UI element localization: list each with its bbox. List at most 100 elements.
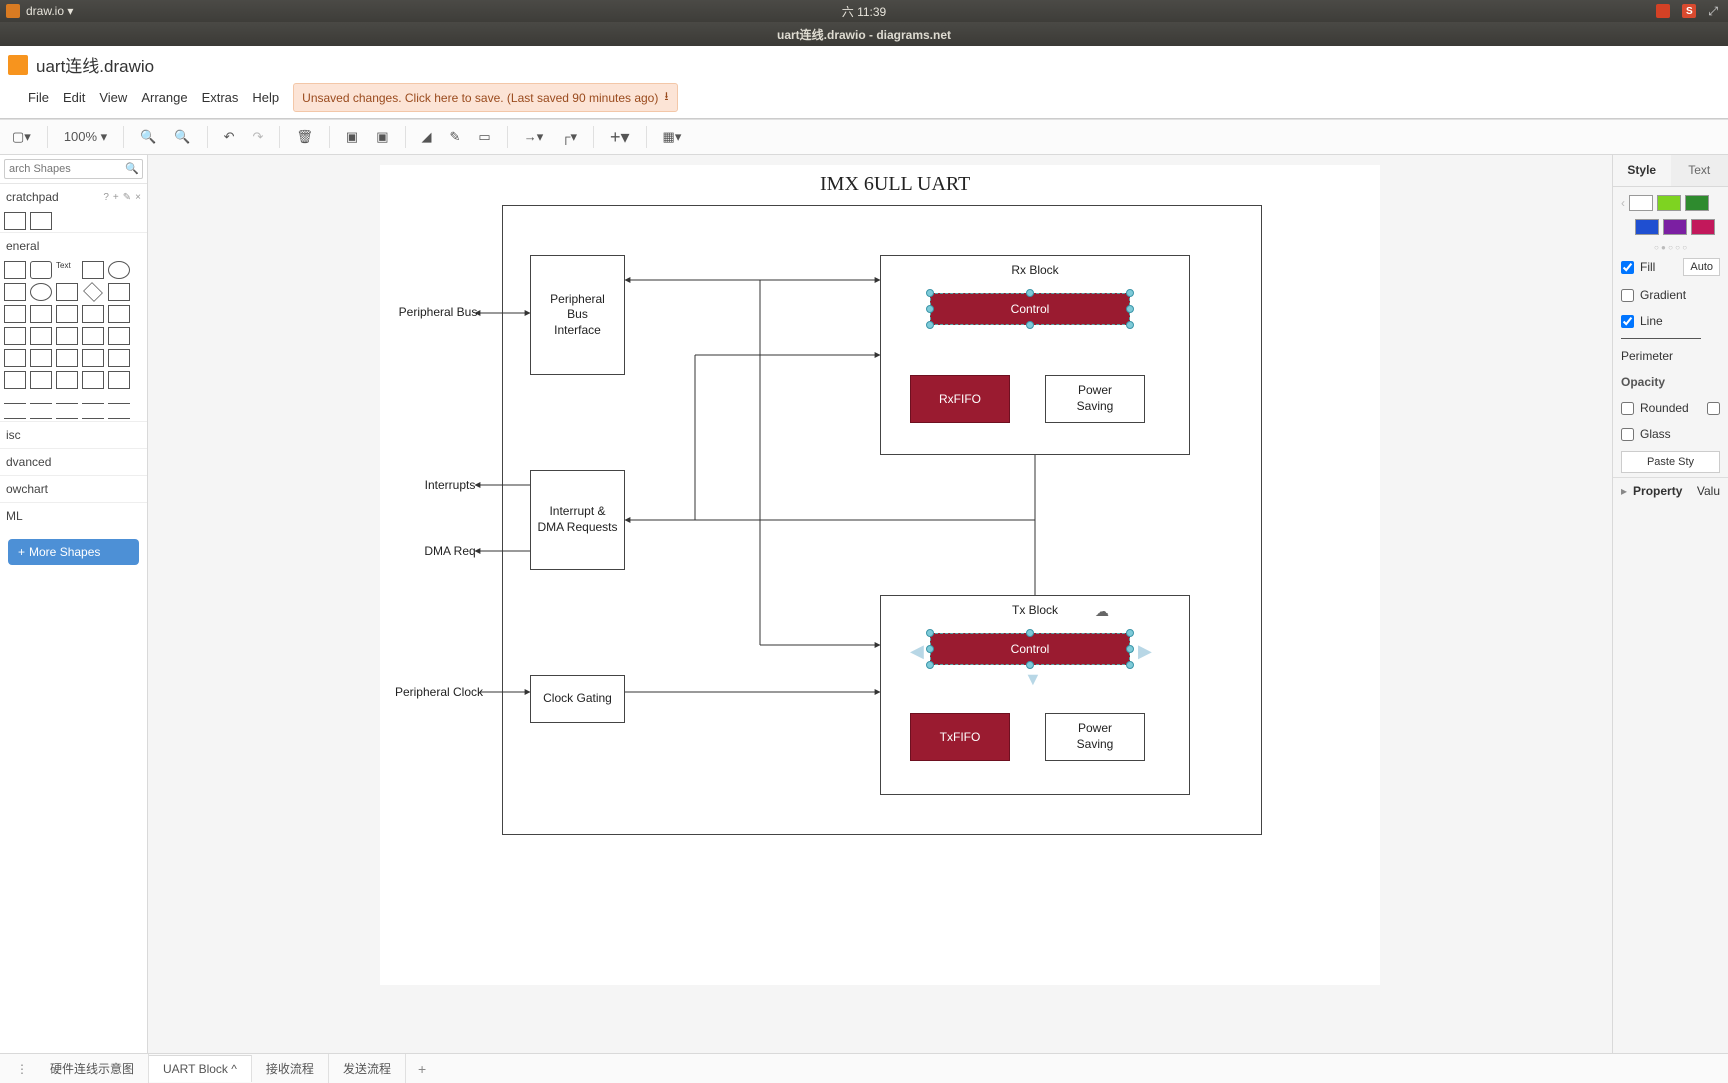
to-front-button[interactable]: ▣: [340, 125, 364, 149]
paste-style-button[interactable]: Paste Sty: [1621, 451, 1720, 473]
tabs-menu-icon[interactable]: ⋮: [8, 1058, 36, 1080]
add-page-button[interactable]: +: [406, 1055, 438, 1083]
scratchpad-add-icon[interactable]: +: [113, 192, 119, 203]
menu-file[interactable]: File: [28, 90, 49, 105]
opacity-label: Opacity: [1613, 369, 1728, 395]
redo-button[interactable]: ↷: [246, 125, 269, 149]
clone-arrow-left-icon[interactable]: ◀: [910, 641, 924, 662]
label-peripheral-bus: Peripheral Bus: [398, 305, 478, 319]
menu-arrange[interactable]: Arrange: [141, 90, 187, 105]
scratchpad-label: cratchpad: [6, 190, 59, 204]
rounded-label: Rounded: [1640, 401, 1689, 415]
tx-title: Tx Block: [880, 603, 1190, 617]
fill-color-button[interactable]: ◢: [416, 125, 438, 149]
os-topbar: draw.io ▾ 六 11:39 S ⤢: [0, 0, 1728, 22]
delete-button[interactable]: 🗑: [290, 125, 319, 149]
box-cg[interactable]: Clock Gating: [530, 675, 625, 723]
tx-container[interactable]: [880, 595, 1190, 795]
rx-container[interactable]: [880, 255, 1190, 455]
cat-uml[interactable]: ML: [0, 502, 147, 529]
general-shapes[interactable]: Text: [0, 259, 147, 421]
download-icon: ⭳: [664, 87, 668, 108]
label-interrupts: Interrupts: [420, 478, 480, 492]
zoom-out-button[interactable]: 🔍: [168, 125, 196, 149]
unsaved-badge[interactable]: Unsaved changes. Click here to save. (La…: [293, 83, 677, 112]
fill-label: Fill: [1640, 260, 1655, 274]
clone-arrow-right-icon[interactable]: ▶: [1138, 641, 1152, 662]
swatch-magenta[interactable]: [1691, 219, 1715, 235]
rx-control[interactable]: Control: [930, 293, 1130, 325]
menu-extras[interactable]: Extras: [202, 90, 239, 105]
tab-text[interactable]: Text: [1671, 155, 1728, 186]
os-appname[interactable]: draw.io ▾: [26, 4, 73, 18]
search-shapes-input[interactable]: [4, 159, 143, 179]
swatch-white[interactable]: [1629, 195, 1653, 211]
cat-advanced[interactable]: dvanced: [0, 448, 147, 475]
swatch-purple[interactable]: [1663, 219, 1687, 235]
os-clock: 六 11:39: [842, 3, 886, 20]
fill-checkbox[interactable]: [1621, 261, 1634, 274]
scratchpad-shapes[interactable]: [0, 210, 147, 232]
fill-auto-button[interactable]: Auto: [1683, 258, 1720, 276]
rounded-extra-checkbox[interactable]: [1707, 402, 1720, 415]
undo-button[interactable]: ↶: [218, 125, 241, 149]
label-dma: DMA Req: [420, 544, 480, 558]
txfifo-box[interactable]: TxFIFO: [910, 713, 1010, 761]
line-checkbox[interactable]: [1621, 315, 1634, 328]
line-color-button[interactable]: ✎: [444, 125, 467, 149]
page-tab-4[interactable]: 发送流程: [329, 1054, 406, 1083]
shapes-panel: 🔍 cratchpad ? + ✎ × eneral Text: [0, 155, 148, 1053]
page-tab-3[interactable]: 接收流程: [252, 1054, 329, 1083]
table-button[interactable]: ▦▾: [657, 125, 688, 149]
shadow-button[interactable]: ▭: [472, 125, 496, 149]
tab-style[interactable]: Style: [1613, 155, 1671, 186]
zoom-select[interactable]: 100% ▾: [58, 125, 113, 149]
waypoint-button[interactable]: ┌▾: [555, 125, 583, 149]
prev-swatch-icon[interactable]: ‹: [1621, 196, 1625, 210]
filename-label[interactable]: uart连线.drawio: [36, 52, 154, 77]
swatch-blue[interactable]: [1635, 219, 1659, 235]
page-tab-2[interactable]: UART Block ^: [149, 1055, 252, 1082]
line-sample[interactable]: [1621, 338, 1701, 339]
canvas-area[interactable]: IMX 6ULL UART: [148, 155, 1612, 1053]
tx-power-saving[interactable]: Power Saving: [1045, 713, 1145, 761]
connection-button[interactable]: →▾: [518, 125, 550, 149]
sogou-ime-icon[interactable]: S: [1682, 4, 1696, 18]
box-idr[interactable]: Interrupt & DMA Requests: [530, 470, 625, 570]
scratchpad-edit-icon[interactable]: ✎: [123, 192, 131, 203]
more-shapes-button[interactable]: + More Shapes: [8, 539, 139, 565]
swatch-lime[interactable]: [1657, 195, 1681, 211]
app-header: uart连线.drawio File Edit View Arrange Ext…: [0, 46, 1728, 119]
screen-record-icon[interactable]: [1656, 4, 1670, 18]
insert-button[interactable]: +▾: [604, 123, 636, 152]
cat-misc[interactable]: isc: [0, 421, 147, 448]
rounded-checkbox[interactable]: [1621, 402, 1634, 415]
page-setup-button[interactable]: ▢▾: [6, 125, 37, 149]
toolbar: ▢▾ 100% ▾ 🔍 🔍 ↶ ↷ 🗑 ▣ ▣ ◢ ✎ ▭ →▾ ┌▾ +▾ ▦…: [0, 119, 1728, 155]
scratchpad-help-icon[interactable]: ?: [103, 192, 109, 203]
menu-help[interactable]: Help: [252, 90, 279, 105]
glass-label: Glass: [1640, 427, 1671, 441]
rx-power-saving[interactable]: Power Saving: [1045, 375, 1145, 423]
menu-edit[interactable]: Edit: [63, 90, 85, 105]
scratchpad-close-icon[interactable]: ×: [135, 192, 141, 203]
plus-icon: +: [18, 545, 25, 559]
cat-flowchart[interactable]: owchart: [0, 475, 147, 502]
perimeter-label: Perimeter: [1621, 349, 1673, 363]
unsaved-text: Unsaved changes. Click here to save. (La…: [302, 91, 658, 105]
zoom-in-button[interactable]: 🔍: [134, 125, 162, 149]
search-icon[interactable]: 🔍: [125, 162, 139, 175]
tx-control[interactable]: Control: [930, 633, 1130, 665]
glass-checkbox[interactable]: [1621, 428, 1634, 441]
chevron-up-icon: ^: [231, 1062, 237, 1076]
rxfifo-box[interactable]: RxFIFO: [910, 375, 1010, 423]
swatch-green[interactable]: [1685, 195, 1709, 211]
menu-view[interactable]: View: [99, 90, 127, 105]
fullscreen-icon[interactable]: ⤢: [1708, 4, 1718, 19]
page-tab-1[interactable]: 硬件连线示意图: [36, 1054, 149, 1083]
diagram-canvas[interactable]: IMX 6ULL UART: [380, 165, 1380, 985]
to-back-button[interactable]: ▣: [370, 125, 394, 149]
box-pbi[interactable]: Peripheral Bus Interface: [530, 255, 625, 375]
gradient-checkbox[interactable]: [1621, 289, 1634, 302]
clone-arrow-down-icon[interactable]: ▼: [1024, 669, 1042, 690]
